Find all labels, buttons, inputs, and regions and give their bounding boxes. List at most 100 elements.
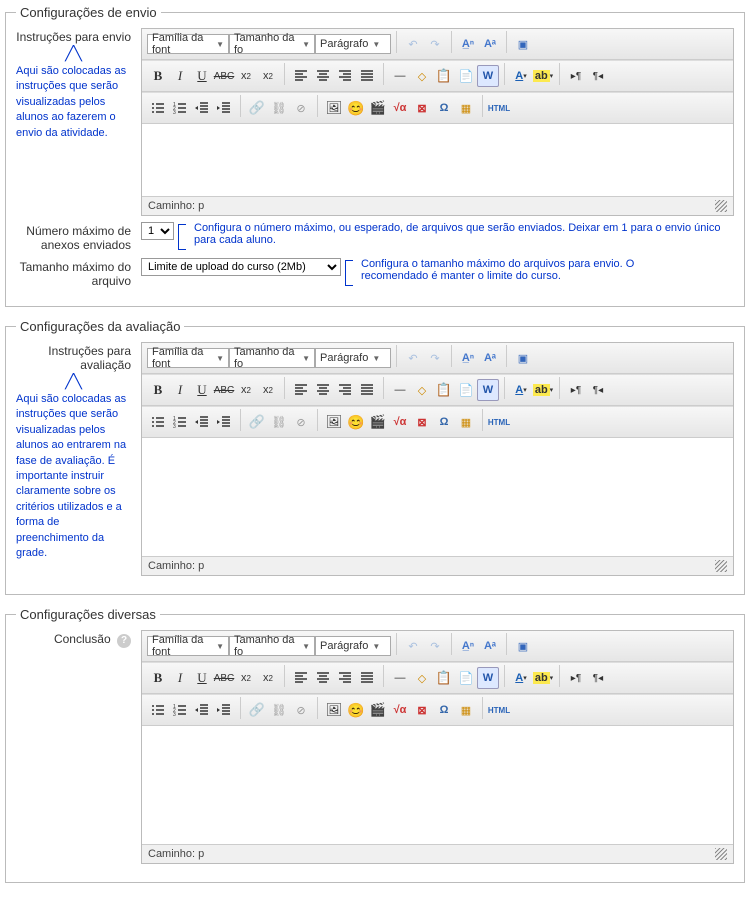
nonbreaking-button[interactable]: ⊠	[411, 699, 433, 721]
font-family-select[interactable]: Família da font▼	[147, 636, 229, 656]
equation-button[interactable]: √α	[389, 97, 411, 119]
media-button[interactable]: 🎬	[367, 411, 389, 433]
image-button[interactable]: 🖼	[323, 97, 345, 119]
underline-button[interactable]: U	[191, 379, 213, 401]
align-center-button[interactable]	[312, 667, 334, 689]
paste-text-button[interactable]: 📄	[455, 65, 477, 87]
font-family-select[interactable]: Família da font▼	[147, 34, 229, 54]
redo-button[interactable]: ↷	[424, 635, 446, 657]
link-button[interactable]: 🔗	[246, 97, 268, 119]
bold-button[interactable]: B	[147, 379, 169, 401]
subscript-button[interactable]: x2	[235, 667, 257, 689]
ltr-button[interactable]: ▸¶	[565, 379, 587, 401]
rtl-button[interactable]: ¶◂	[587, 379, 609, 401]
italic-button[interactable]: I	[169, 667, 191, 689]
max-files-select[interactable]: 1	[141, 222, 174, 240]
paste-word-button[interactable]: W	[477, 65, 499, 87]
ltr-button[interactable]: ▸¶	[565, 65, 587, 87]
bg-color-button[interactable]: ab▾	[532, 667, 554, 689]
resize-handle[interactable]	[715, 560, 727, 572]
underline-button[interactable]: U	[191, 65, 213, 87]
justify-button[interactable]	[356, 65, 378, 87]
remove-format-button[interactable]: ◇	[411, 667, 433, 689]
html-button[interactable]: HTML	[488, 97, 510, 119]
redo-button[interactable]: ↷	[424, 33, 446, 55]
ul-button[interactable]	[147, 699, 169, 721]
image-button[interactable]: 🖼	[323, 699, 345, 721]
table-button[interactable]: ▦	[455, 97, 477, 119]
equation-button[interactable]: √α	[389, 699, 411, 721]
paste-text-button[interactable]: 📄	[455, 379, 477, 401]
text-color-button[interactable]: A▾	[510, 667, 532, 689]
find-button[interactable]: Aᵃ	[479, 635, 501, 657]
strikethrough-button[interactable]: ABC	[213, 667, 235, 689]
align-right-button[interactable]	[334, 65, 356, 87]
html-button[interactable]: HTML	[488, 699, 510, 721]
hr-button[interactable]: —	[389, 379, 411, 401]
font-size-select[interactable]: Tamanho da fo▼	[229, 34, 315, 54]
ol-button[interactable]: 123	[169, 97, 191, 119]
ol-button[interactable]: 123	[169, 699, 191, 721]
font-size-select[interactable]: Tamanho da fo▼	[229, 636, 315, 656]
subscript-button[interactable]: x2	[235, 379, 257, 401]
paste-button[interactable]: 📋	[433, 667, 455, 689]
nonbreaking-button[interactable]: ⊠	[411, 97, 433, 119]
nolink-button[interactable]: ⊘	[290, 411, 312, 433]
indent-button[interactable]	[213, 699, 235, 721]
unlink-button[interactable]: ⛓	[268, 699, 290, 721]
paste-button[interactable]: 📋	[433, 65, 455, 87]
nonbreaking-button[interactable]: ⊠	[411, 411, 433, 433]
charmap-button[interactable]: Ω	[433, 411, 455, 433]
emoticon-button[interactable]: 😊	[345, 699, 367, 721]
nolink-button[interactable]: ⊘	[290, 699, 312, 721]
resize-handle[interactable]	[715, 848, 727, 860]
paste-button[interactable]: 📋	[433, 379, 455, 401]
undo-button[interactable]: ↶	[402, 33, 424, 55]
redo-button[interactable]: ↷	[424, 347, 446, 369]
fullscreen-button[interactable]: ▣	[512, 347, 534, 369]
emoticon-button[interactable]: 😊	[345, 97, 367, 119]
align-center-button[interactable]	[312, 65, 334, 87]
remove-format-button[interactable]: ◇	[411, 379, 433, 401]
hr-button[interactable]: —	[389, 667, 411, 689]
outdent-button[interactable]	[191, 411, 213, 433]
resize-handle[interactable]	[715, 200, 727, 212]
link-button[interactable]: 🔗	[246, 411, 268, 433]
bold-button[interactable]: B	[147, 667, 169, 689]
rtl-button[interactable]: ¶◂	[587, 65, 609, 87]
superscript-button[interactable]: x2	[257, 667, 279, 689]
strikethrough-button[interactable]: ABC	[213, 65, 235, 87]
indent-button[interactable]	[213, 411, 235, 433]
format-select[interactable]: Parágrafo▼	[315, 348, 391, 368]
italic-button[interactable]: I	[169, 379, 191, 401]
ol-button[interactable]: 123	[169, 411, 191, 433]
fullscreen-button[interactable]: ▣	[512, 33, 534, 55]
outdent-button[interactable]	[191, 699, 213, 721]
superscript-button[interactable]: x2	[257, 379, 279, 401]
table-button[interactable]: ▦	[455, 411, 477, 433]
unlink-button[interactable]: ⛓	[268, 97, 290, 119]
nolink-button[interactable]: ⊘	[290, 97, 312, 119]
media-button[interactable]: 🎬	[367, 97, 389, 119]
rtl-button[interactable]: ¶◂	[587, 667, 609, 689]
strikethrough-button[interactable]: ABC	[213, 379, 235, 401]
emoticon-button[interactable]: 😊	[345, 411, 367, 433]
equation-button[interactable]: √α	[389, 411, 411, 433]
find-replace-button[interactable]: A̲ⁿ	[457, 33, 479, 55]
charmap-button[interactable]: Ω	[433, 97, 455, 119]
justify-button[interactable]	[356, 379, 378, 401]
media-button[interactable]: 🎬	[367, 699, 389, 721]
find-replace-button[interactable]: A̲ⁿ	[457, 635, 479, 657]
find-replace-button[interactable]: A̲ⁿ	[457, 347, 479, 369]
max-size-select[interactable]: Limite de upload do curso (2Mb)	[141, 258, 341, 276]
align-right-button[interactable]	[334, 667, 356, 689]
rte-textarea-avaliacao[interactable]	[142, 438, 733, 556]
charmap-button[interactable]: Ω	[433, 699, 455, 721]
outdent-button[interactable]	[191, 97, 213, 119]
bg-color-button[interactable]: ab▾	[532, 379, 554, 401]
find-button[interactable]: Aᵃ	[479, 347, 501, 369]
align-left-button[interactable]	[290, 379, 312, 401]
fullscreen-button[interactable]: ▣	[512, 635, 534, 657]
html-button[interactable]: HTML	[488, 411, 510, 433]
justify-button[interactable]	[356, 667, 378, 689]
